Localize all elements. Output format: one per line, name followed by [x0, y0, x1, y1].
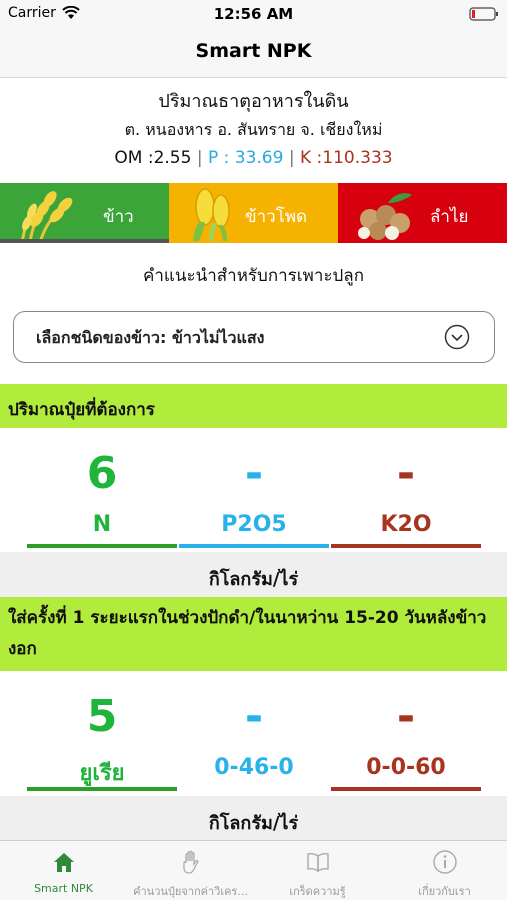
formula-0-46-0-column: - 0-46-0 [179, 683, 329, 793]
npk-values-row: 6 N - P2O5 - K2O [0, 440, 507, 550]
recommendation-title: คำแนะนำสำหรับการเพาะปลูก [142, 266, 364, 286]
urea-column: 5 ยูเรีย [27, 683, 177, 793]
soil-title: ปริมาณธาตุอาหารในดิน [158, 91, 349, 112]
fertilizer-needed-heading: ปริมาณปุ๋ยที่ต้องการ [0, 384, 507, 428]
tab-smart-npk[interactable]: Smart NPK [0, 841, 127, 900]
corn-icon [193, 188, 230, 241]
unit-label: กิโลกรัม/ไร่ [208, 569, 299, 590]
separator: | [288, 148, 295, 168]
tab-label: เกร็ดความรู้ [289, 885, 346, 898]
crop-label-corn: ข้าวโพด [245, 207, 308, 227]
phosphorus-label: P2O5 [221, 512, 287, 537]
urea-label: ยูเรีย [79, 761, 125, 786]
potassium-underline [331, 544, 481, 548]
crop-selector: ข้าว ข้าวโพด ลำไย [0, 183, 507, 243]
phosphorus-value: - [244, 448, 264, 499]
crop-tab-rice[interactable]: ข้าว [0, 183, 169, 243]
tab-label: คำนวนปุ๋ยจากค่าวิเคร... [133, 885, 248, 898]
first-application-label: ใส่ครั้งที่ 1 ระยะแรกในช่วงปักดำ/ในนาหว่… [8, 608, 487, 659]
status-time: 12:56 AM [213, 5, 294, 23]
urea-underline [27, 787, 177, 791]
navigation-bar: Smart NPK [0, 28, 507, 78]
formula-0-0-60-value: - [396, 691, 416, 742]
nitrogen-column: 6 N [27, 440, 177, 550]
soil-nutrient-summary: ปริมาณธาตุอาหารในดิน ต. หนองหาร อ. สันทร… [0, 80, 507, 180]
tab-knowledge[interactable]: เกร็ดความรู้ [254, 841, 381, 900]
fertilizer-needed-label: ปริมาณปุ๋ยที่ต้องการ [8, 400, 155, 420]
nitrogen-value: 6 [86, 448, 118, 499]
first-application-heading: ใส่ครั้งที่ 1 ระยะแรกในช่วงปักดำ/ในนาหว่… [0, 597, 507, 671]
soil-values: OM :2.55 | P : 33.69 | K :110.333 [0, 148, 507, 168]
crop-label-longan: ลำไย [430, 207, 469, 227]
crop-label-rice: ข้าว [103, 207, 134, 227]
rice-type-select-value: เลือกชนิดของข้าว: ข้าวไม่ไวแสง [36, 328, 265, 347]
crop-tab-corn[interactable]: ข้าวโพด [169, 183, 338, 243]
unit-label: กิโลกรัม/ไร่ [208, 813, 299, 834]
potassium-value: - [396, 448, 416, 499]
hand-icon [182, 850, 198, 874]
rice-icon [21, 191, 73, 239]
potassium-column: - K2O [331, 440, 481, 550]
fertilizer-formula-row: 5 ยูเรีย - 0-46-0 - 0-0-60 [0, 683, 507, 793]
formula-0-0-60-label: 0-0-60 [366, 755, 446, 780]
unit-band: กิโลกรัม/ไร่ [0, 796, 507, 842]
formula-0-46-0-value: - [244, 691, 264, 742]
chevron-down-icon [444, 324, 470, 350]
tab-about[interactable]: เกี่ยวกับเรา [381, 841, 507, 900]
phosphorus-underline [179, 544, 329, 548]
potassium-label: K2O [380, 512, 432, 537]
longan-icon [358, 193, 412, 240]
om-value: OM :2.55 [114, 148, 192, 168]
nitrogen-underline [27, 544, 177, 548]
nitrogen-label: N [92, 512, 112, 537]
tab-label: เกี่ยวกับเรา [418, 885, 471, 898]
page-title: Smart NPK [195, 40, 312, 62]
urea-value: 5 [86, 691, 118, 742]
phosphorus-column: - P2O5 [179, 440, 329, 550]
battery-icon [469, 7, 498, 21]
status-bar: Carrier 12:56 AM [0, 0, 507, 28]
unit-band: กิโลกรัม/ไร่ [0, 552, 507, 598]
separator: | [196, 148, 203, 168]
p-value: P : 33.69 [207, 148, 284, 168]
rice-type-select[interactable]: เลือกชนิดของข้าว: ข้าวไม่ไวแสง [13, 311, 495, 363]
home-icon [53, 853, 74, 872]
tab-calculate-fertilizer[interactable]: คำนวนปุ๋ยจากค่าวิเคร... [127, 841, 254, 900]
soil-location: ต. หนองหาร อ. สันทราย จ. เชียงใหม่ [124, 120, 383, 139]
crop-tab-longan[interactable]: ลำไย [338, 183, 507, 243]
book-icon [306, 852, 329, 873]
formula-0-0-60-underline [331, 787, 481, 791]
info-icon [432, 850, 457, 874]
k-value: K :110.333 [300, 148, 393, 168]
tab-label: Smart NPK [34, 882, 93, 895]
bottom-tab-bar: Smart NPK คำนวนปุ๋ยจากค่าวิเคร... เกร็ดค… [0, 840, 507, 900]
formula-0-0-60-column: - 0-0-60 [331, 683, 481, 793]
formula-0-46-0-label: 0-46-0 [214, 755, 294, 780]
